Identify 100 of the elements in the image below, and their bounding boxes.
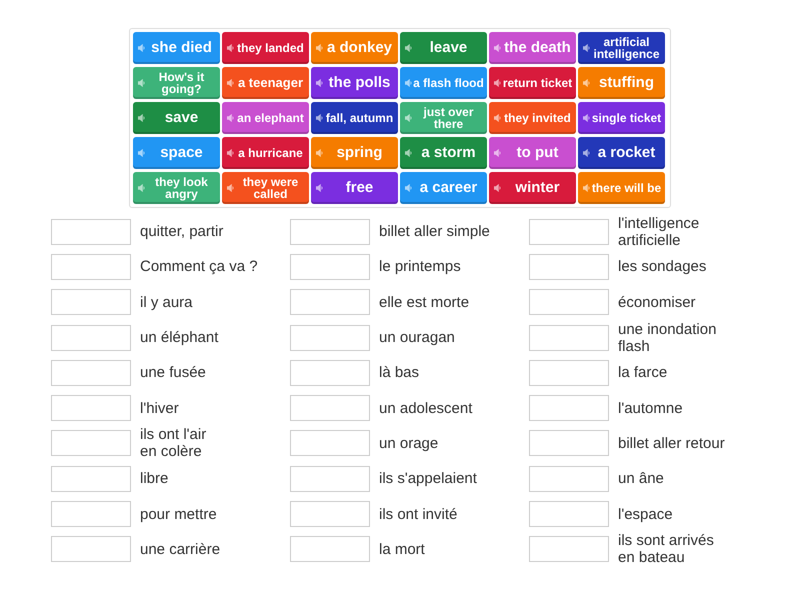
answer-box[interactable]: [51, 289, 131, 316]
answer-box[interactable]: [529, 536, 609, 562]
speaker-icon[interactable]: [316, 44, 324, 52]
word-tile[interactable]: an elephant: [222, 102, 309, 134]
speaker-icon[interactable]: [316, 149, 324, 157]
answer-text: la mort: [379, 540, 425, 558]
answer-box[interactable]: [51, 254, 131, 280]
answer-box[interactable]: [51, 466, 131, 492]
answer-text: un âne: [618, 470, 664, 488]
answer-box[interactable]: [529, 289, 609, 316]
speaker-icon[interactable]: [494, 184, 502, 192]
answer-box[interactable]: [529, 466, 609, 492]
word-tile[interactable]: they look angry: [133, 172, 220, 204]
word-tile[interactable]: How's it going?: [133, 67, 220, 99]
answer-box[interactable]: [290, 254, 370, 280]
word-tile[interactable]: to put: [489, 137, 576, 169]
word-tile[interactable]: a storm: [400, 137, 487, 169]
word-tile[interactable]: just over there: [400, 102, 487, 134]
answer-box[interactable]: [529, 501, 609, 528]
word-tile[interactable]: single ticket: [578, 102, 665, 134]
word-tile[interactable]: they invited: [489, 102, 576, 134]
answer-text: ils ont l'air en colère: [140, 426, 206, 460]
answer-box[interactable]: [51, 324, 131, 351]
speaker-icon[interactable]: [494, 79, 502, 87]
word-tile[interactable]: she died: [133, 32, 220, 64]
answer-box[interactable]: [290, 536, 370, 562]
speaker-icon[interactable]: [583, 149, 591, 157]
speaker-icon[interactable]: [405, 79, 413, 87]
answer-text: libre: [140, 470, 168, 488]
word-tile[interactable]: space: [133, 137, 220, 169]
word-tile[interactable]: free: [311, 172, 398, 204]
answer-text: une fusée: [140, 364, 206, 382]
word-tile[interactable]: the polls: [311, 67, 398, 99]
answer-box[interactable]: [529, 360, 609, 386]
answer-box[interactable]: [290, 501, 370, 528]
answer-box[interactable]: [51, 501, 131, 528]
speaker-icon[interactable]: [227, 184, 235, 192]
answer-box[interactable]: [529, 430, 609, 456]
answer-text: il y aura: [140, 294, 193, 311]
word-tile[interactable]: spring: [311, 137, 398, 169]
answer-text: un ouragan: [379, 329, 455, 346]
speaker-icon[interactable]: [494, 149, 502, 157]
answer-box[interactable]: [290, 218, 370, 245]
speaker-icon[interactable]: [494, 114, 502, 122]
answer-box[interactable]: [290, 395, 370, 422]
speaker-icon[interactable]: [316, 114, 324, 122]
answer-box[interactable]: [290, 430, 370, 456]
speaker-icon[interactable]: [316, 79, 324, 87]
answer-box[interactable]: [290, 360, 370, 386]
word-tile[interactable]: a hurricane: [222, 137, 309, 169]
speaker-icon[interactable]: [138, 114, 146, 122]
speaker-icon[interactable]: [227, 44, 235, 52]
word-tile[interactable]: they were called: [222, 172, 309, 204]
speaker-icon[interactable]: [583, 44, 591, 52]
speaker-icon[interactable]: [583, 114, 591, 122]
speaker-icon[interactable]: [316, 184, 324, 192]
word-tile[interactable]: a rocket: [578, 137, 665, 169]
word-tile[interactable]: fall, autumn: [311, 102, 398, 134]
answer-box[interactable]: [290, 289, 370, 316]
word-tile[interactable]: a donkey: [311, 32, 398, 64]
speaker-icon[interactable]: [138, 44, 146, 52]
word-tile[interactable]: a career: [400, 172, 487, 204]
answer-box[interactable]: [529, 218, 609, 245]
word-tile[interactable]: return ticket: [489, 67, 576, 99]
word-tile[interactable]: save: [133, 102, 220, 134]
speaker-icon[interactable]: [583, 79, 591, 87]
answer-box[interactable]: [529, 395, 609, 422]
speaker-icon[interactable]: [138, 149, 146, 157]
speaker-icon[interactable]: [227, 114, 235, 122]
speaker-icon[interactable]: [227, 149, 235, 157]
speaker-icon[interactable]: [138, 184, 146, 192]
word-tile[interactable]: a teenager: [222, 67, 309, 99]
word-tile[interactable]: a flash flood: [400, 67, 487, 99]
speaker-icon[interactable]: [405, 114, 413, 122]
answer-text: Comment ça va ?: [140, 258, 258, 276]
word-tile[interactable]: stuffing: [578, 67, 665, 99]
word-tile[interactable]: the death: [489, 32, 576, 64]
word-tile[interactable]: there will be: [578, 172, 665, 204]
answer-box[interactable]: [290, 324, 370, 351]
answer-text: l'hiver: [140, 400, 179, 417]
answer-box[interactable]: [51, 536, 131, 562]
speaker-icon[interactable]: [405, 149, 413, 157]
speaker-icon[interactable]: [405, 44, 413, 52]
answer-box[interactable]: [51, 430, 131, 456]
speaker-icon[interactable]: [405, 184, 413, 192]
speaker-icon[interactable]: [583, 184, 591, 192]
word-tile[interactable]: they landed: [222, 32, 309, 64]
answer-box[interactable]: [51, 395, 131, 422]
word-tile[interactable]: winter: [489, 172, 576, 204]
word-tile[interactable]: leave: [400, 32, 487, 64]
answer-box[interactable]: [529, 324, 609, 351]
answer-box[interactable]: [529, 254, 609, 280]
speaker-icon[interactable]: [227, 79, 235, 87]
answer-box[interactable]: [51, 360, 131, 386]
answer-text: billet aller simple: [379, 223, 490, 240]
word-tile[interactable]: artificial intelligence: [578, 32, 665, 64]
speaker-icon[interactable]: [138, 79, 146, 87]
speaker-icon[interactable]: [494, 44, 502, 52]
answer-box[interactable]: [290, 466, 370, 492]
answer-box[interactable]: [51, 218, 131, 245]
